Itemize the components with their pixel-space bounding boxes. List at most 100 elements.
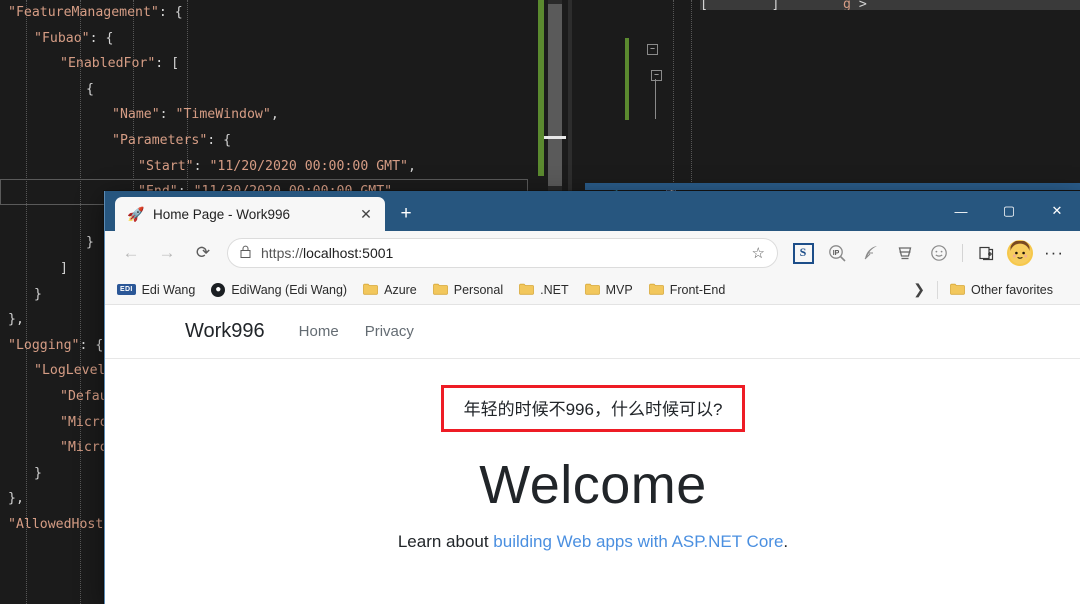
code-token: "TimeWindow" bbox=[175, 107, 271, 123]
code-line: "Fubao": { bbox=[0, 26, 528, 52]
code-line: "Name": "TimeWindow", bbox=[0, 102, 528, 128]
browser-toolbar: ← → ⟳ https://localhost:5001 ☆ S IP ··· bbox=[105, 231, 1080, 275]
code-token: "Parameters" bbox=[112, 132, 208, 148]
folder-icon bbox=[648, 283, 664, 297]
code-token: } bbox=[34, 286, 42, 302]
code-token: : { bbox=[207, 132, 232, 148]
lock-icon bbox=[240, 245, 251, 261]
back-button[interactable]: ← bbox=[115, 237, 147, 269]
code-token: ] bbox=[60, 260, 68, 276]
bookmark-azure[interactable]: Azure bbox=[363, 283, 417, 297]
code-line: "Start": "11/20/2020 00:00:00 GMT", bbox=[0, 154, 528, 180]
folder-icon bbox=[363, 283, 379, 297]
bookmarks-bar: EDI Edi Wang ● EdiWang (Edi Wang) Azure Perso… bbox=[105, 275, 1080, 305]
fold-toggle-icon[interactable]: − bbox=[651, 70, 662, 81]
bookmark-mvp[interactable]: MVP bbox=[584, 282, 633, 297]
bookmark-personal[interactable]: Personal bbox=[432, 282, 504, 297]
code-token: "FeatureManagement" bbox=[8, 5, 159, 20]
truncated-code-row: [ ] g > bbox=[700, 0, 1080, 10]
code-token: , bbox=[407, 158, 416, 174]
feather-pen-icon[interactable] bbox=[856, 238, 886, 268]
code-token: : bbox=[159, 107, 176, 123]
nav-link-privacy[interactable]: Privacy bbox=[365, 323, 414, 340]
chevron-right-icon[interactable]: ❯ bbox=[913, 281, 925, 298]
toolbar-separator bbox=[962, 244, 963, 262]
code-line: "FeatureManagement": { bbox=[0, 0, 528, 26]
code-token: } bbox=[34, 465, 42, 481]
code-token: "Logging" bbox=[8, 337, 80, 353]
forward-button[interactable]: → bbox=[151, 237, 183, 269]
bookmark-label: .NET bbox=[540, 282, 569, 297]
smiley-icon[interactable] bbox=[924, 238, 954, 268]
fold-toggle-icon[interactable]: − bbox=[647, 44, 658, 55]
url-host: localhost:5001 bbox=[303, 245, 394, 261]
extensions-strip: S IP ··· bbox=[786, 238, 1071, 268]
new-tab-button[interactable]: + bbox=[393, 202, 419, 226]
vertical-scrollbar-thumb[interactable] bbox=[548, 4, 562, 186]
code-token: }, bbox=[8, 312, 24, 328]
reload-button[interactable]: ⟳ bbox=[187, 237, 219, 269]
bookmark-front-end[interactable]: Front-End bbox=[648, 283, 725, 297]
folder-icon bbox=[432, 283, 448, 297]
nav-link-home[interactable]: Home bbox=[299, 323, 339, 340]
bookmark-other-favorites[interactable]: Other favorites bbox=[950, 283, 1053, 297]
close-window-button[interactable]: ✕ bbox=[1033, 191, 1080, 231]
folder-icon bbox=[950, 283, 965, 297]
ip-lookup-icon[interactable]: IP bbox=[822, 238, 852, 268]
profile-avatar[interactable] bbox=[1007, 240, 1033, 266]
bookmarks-overflow: ❯ Other favorites bbox=[913, 280, 1069, 299]
url-scheme: https:// bbox=[261, 245, 304, 261]
code-token: : { bbox=[89, 30, 114, 46]
code-token: : bbox=[193, 158, 210, 174]
browser-tab[interactable]: 🚀 Home Page - Work996 ✕ bbox=[115, 197, 385, 231]
bookmark-label: Personal bbox=[453, 282, 504, 297]
code-token: "Name" bbox=[112, 107, 160, 123]
fold-stem bbox=[655, 79, 656, 119]
change-bar bbox=[538, 0, 544, 176]
maximize-button[interactable]: ▢ bbox=[985, 191, 1033, 231]
code-line: "EnabledFor": [ bbox=[0, 51, 528, 77]
page-heading: Welcome bbox=[479, 455, 707, 515]
bookmark-dotnet[interactable]: .NET bbox=[519, 282, 569, 297]
code-token: } bbox=[86, 235, 94, 251]
learn-link[interactable]: building Web apps with ASP.NET Core bbox=[493, 532, 783, 551]
svg-text:IP: IP bbox=[832, 250, 839, 257]
url-text: https://localhost:5001 bbox=[261, 245, 752, 261]
browser-window: 🚀 Home Page - Work996 ✕ + — ▢ ✕ ← → ⟳ ht… bbox=[104, 191, 1080, 604]
bookmark-label: Other favorites bbox=[971, 282, 1053, 297]
edi-badge-icon: EDI bbox=[117, 284, 136, 295]
site-brand[interactable]: Work996 bbox=[185, 320, 265, 343]
bookmark-label: Edi Wang bbox=[141, 282, 196, 297]
web-page-content: Work996 Home Privacy 年轻的时候不996，什么时候可以? W… bbox=[105, 305, 1080, 604]
bookmark-label: Azure bbox=[384, 282, 417, 297]
code-token: "Start" bbox=[138, 158, 194, 174]
badge-icon[interactable] bbox=[890, 238, 920, 268]
address-bar[interactable]: https://localhost:5001 ☆ bbox=[227, 238, 778, 268]
close-tab-icon[interactable]: ✕ bbox=[355, 203, 377, 225]
code-token: , bbox=[270, 107, 279, 123]
add-favorite-icon[interactable]: ☆ bbox=[752, 244, 765, 262]
code-token: : { bbox=[158, 5, 183, 20]
code-token: : [ bbox=[155, 56, 180, 72]
folder-icon bbox=[584, 283, 600, 297]
feature-highlight-box: 年轻的时候不996，什么时候可以? bbox=[440, 385, 746, 432]
bookmark-ediwang-github[interactable]: ● EdiWang (Edi Wang) bbox=[211, 282, 347, 297]
bookmark-edi-wang[interactable]: EDI Edi Wang bbox=[117, 283, 195, 297]
code-token: "11/20/2020 00:00:00 GMT" bbox=[209, 158, 408, 174]
sandbox-extension-icon[interactable]: S bbox=[788, 238, 818, 268]
editor-status-strip bbox=[585, 183, 1080, 190]
collections-icon[interactable] bbox=[971, 238, 1001, 268]
learn-prefix: Learn about bbox=[397, 532, 494, 551]
scrollbar-caret-marker bbox=[544, 136, 566, 139]
code-token: "EnabledFor" bbox=[60, 56, 156, 72]
learn-suffix: . bbox=[783, 532, 789, 551]
tab-title: Home Page - Work996 bbox=[153, 206, 291, 222]
code-token: : { bbox=[79, 337, 104, 353]
bookmarks-separator bbox=[937, 280, 939, 299]
window-controls: — ▢ ✕ bbox=[937, 191, 1080, 231]
code-line: { bbox=[0, 77, 528, 103]
minimize-button[interactable]: — bbox=[937, 191, 985, 231]
bookmark-label: MVP bbox=[605, 282, 633, 297]
settings-menu-button[interactable]: ··· bbox=[1039, 238, 1069, 268]
code-line: "Parameters": { bbox=[0, 128, 528, 154]
